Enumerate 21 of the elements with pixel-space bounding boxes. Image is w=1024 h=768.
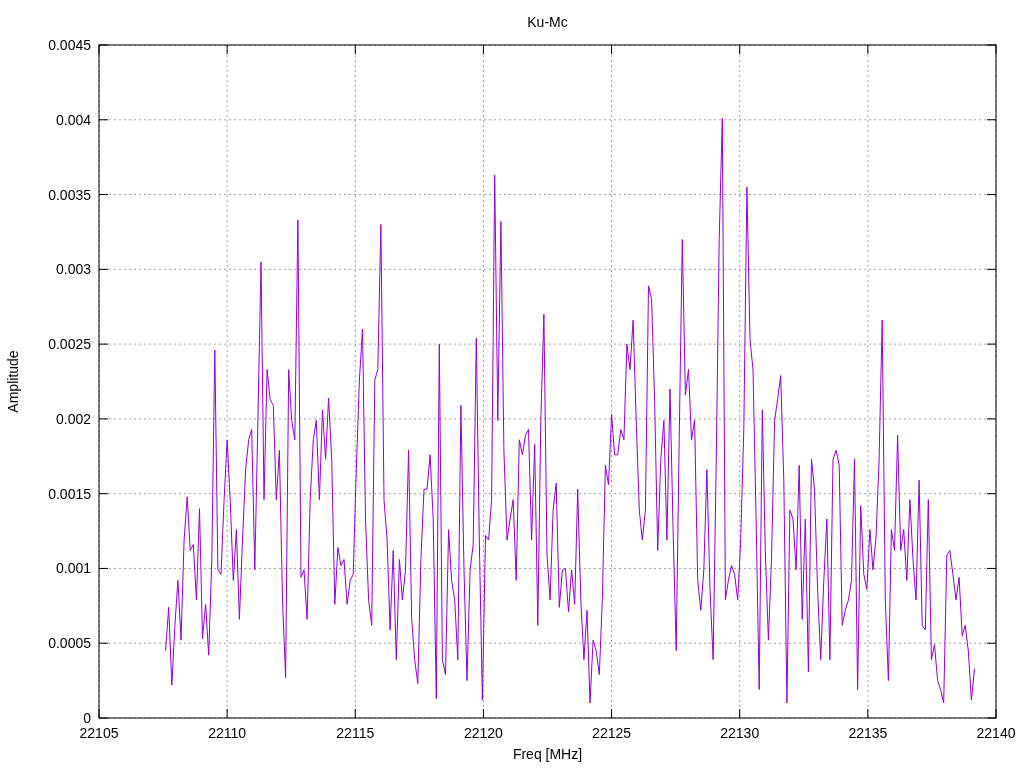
y-tick-label: 0.0005	[48, 635, 91, 652]
y-tick-label: 0.004	[55, 111, 91, 128]
x-axis-label: Freq [MHz]	[512, 746, 583, 762]
y-tick-label: 0.002	[55, 410, 91, 427]
y-tick-label: 0.0045	[48, 37, 91, 53]
y-axis-label: Amplitude	[5, 350, 21, 413]
x-tick-label: 22135	[848, 725, 888, 741]
y-tick-label: 0.0035	[48, 186, 91, 203]
y-tick-label: 0.0015	[48, 485, 91, 502]
chart-title: Ku-Mc	[527, 14, 568, 30]
x-tick-label: 22130	[720, 725, 760, 741]
y-tick-label: 0.0025	[48, 336, 91, 353]
y-tick-label: 0.001	[55, 560, 91, 577]
x-tick-label: 22140	[976, 725, 1016, 741]
x-tick-label: 22120	[463, 725, 503, 741]
x-tick-label: 22110	[208, 725, 247, 741]
x-tick-label: 22115	[336, 725, 375, 741]
y-tick-label: 0	[83, 710, 91, 726]
x-tick-label: 22105	[79, 725, 119, 741]
y-tick-label: 0.003	[55, 261, 91, 278]
x-tick-label: 22125	[592, 725, 632, 741]
